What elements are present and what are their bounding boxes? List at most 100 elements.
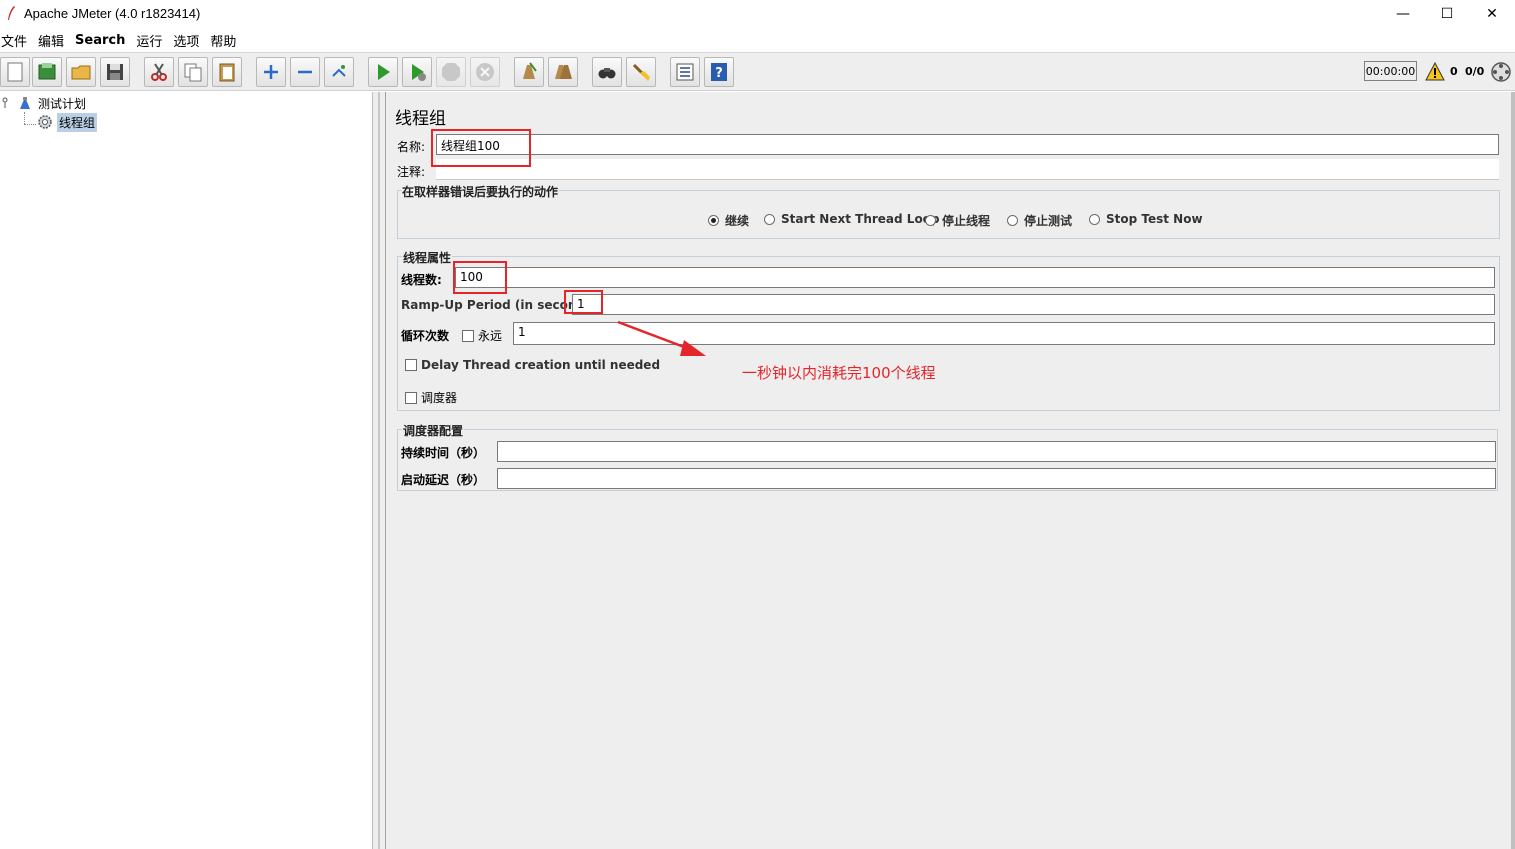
copy-button[interactable]: [178, 57, 208, 87]
checkbox-box[interactable]: [462, 329, 474, 342]
panel-splitter[interactable]: [373, 92, 385, 849]
tree-toggle-icon[interactable]: [2, 97, 12, 109]
collapse-icon: [298, 70, 312, 74]
delay-thread-checkbox[interactable]: Delay Thread creation until needed: [405, 358, 660, 372]
radio-label: 继续: [725, 214, 750, 228]
tree-node-thread-group[interactable]: 线程组: [36, 112, 98, 132]
title-bar: Apache JMeter (4.0 r1823414) — ☐ ✕: [0, 0, 1515, 28]
threads-label: 线程数:: [401, 273, 442, 287]
test-plan-tree: 测试计划 线程组: [0, 92, 373, 849]
threads-input[interactable]: 100: [455, 267, 1495, 288]
minimize-icon: —: [1396, 6, 1410, 22]
highlight-name-box: [431, 129, 531, 167]
svg-text:?: ?: [715, 66, 723, 81]
comment-input[interactable]: [436, 159, 1499, 180]
start-no-pause-icon: [412, 64, 426, 81]
minimize-button[interactable]: —: [1380, 0, 1426, 28]
clear-all-button[interactable]: [548, 57, 578, 87]
new-icon: [7, 62, 23, 82]
search-icon: [598, 68, 616, 79]
name-input[interactable]: 线程组100: [436, 134, 1499, 155]
menu-options[interactable]: 选项: [171, 31, 205, 50]
menu-edit[interactable]: 编辑: [36, 31, 70, 50]
radio-stop-test[interactable]: 停止测试: [1007, 212, 1072, 229]
save-button[interactable]: [100, 57, 130, 87]
reset-search-button[interactable]: [626, 57, 656, 87]
delay-thread-label: Delay Thread creation until needed: [421, 358, 661, 372]
rampup-input[interactable]: 1: [572, 294, 1495, 315]
toggle-button[interactable]: [324, 57, 354, 87]
tree-connector: [24, 112, 25, 124]
reset-search-icon: [632, 63, 650, 81]
clear-icon: [523, 62, 537, 79]
start-icon: [378, 64, 390, 80]
checkbox-box[interactable]: [405, 391, 417, 404]
annotation-arrow: [617, 320, 706, 356]
window-title: Apache JMeter (4.0 r1823414): [24, 6, 201, 21]
radio-label: Stop Test Now: [1106, 212, 1203, 226]
maximize-button[interactable]: ☐: [1424, 0, 1470, 28]
radio-circle[interactable]: [1007, 215, 1018, 226]
open-button[interactable]: [66, 57, 96, 87]
loop-count-label: 循环次数: [401, 329, 450, 343]
open-icon: [71, 65, 91, 80]
menu-run[interactable]: 运行: [134, 31, 168, 50]
radio-start-next-loop[interactable]: Start Next Thread Loop: [764, 212, 940, 226]
radio-circle[interactable]: [764, 213, 775, 225]
start-button[interactable]: [368, 57, 398, 87]
duration-input[interactable]: [497, 441, 1496, 462]
clear-button[interactable]: [514, 57, 544, 87]
menu-file[interactable]: 文件: [0, 31, 33, 50]
error-action-title: 在取样器错误后要执行的动作: [401, 183, 560, 200]
scheduler-checkbox[interactable]: 调度器: [405, 389, 457, 406]
forever-checkbox[interactable]: 永远: [462, 327, 502, 344]
close-icon: ✕: [1486, 6, 1498, 22]
menu-bar: 文件 编辑 Search 运行 选项 帮助: [0, 28, 1515, 52]
highlight-rampup-box: [564, 290, 603, 314]
menu-search[interactable]: Search: [73, 33, 131, 48]
help-button[interactable]: ?: [704, 57, 734, 87]
tree-label-thread-group: 线程组: [57, 112, 98, 132]
radio-dot: [711, 218, 716, 223]
templates-button[interactable]: [32, 57, 62, 87]
radio-circle[interactable]: [708, 215, 719, 226]
cut-button[interactable]: [144, 57, 174, 87]
checkbox-box[interactable]: [405, 359, 417, 371]
jmeter-feather-icon: [8, 6, 15, 20]
startup-delay-input[interactable]: [497, 468, 1496, 489]
function-helper-button[interactable]: [670, 57, 700, 87]
scheduler-label: 调度器: [421, 391, 458, 405]
radio-continue[interactable]: 继续: [708, 212, 749, 229]
forever-label: 永远: [478, 329, 503, 343]
new-button[interactable]: [0, 57, 30, 87]
tree-node-test-plan[interactable]: 测试计划: [2, 94, 88, 112]
menu-help[interactable]: 帮助: [208, 31, 242, 50]
radio-circle[interactable]: [925, 215, 936, 226]
tree-connector: [24, 124, 36, 125]
warning-count: 0: [1450, 65, 1458, 78]
search-button[interactable]: [592, 57, 622, 87]
start-no-pauses-button[interactable]: [402, 57, 432, 87]
scheduler-config-title: 调度器配置: [402, 422, 465, 439]
paste-button[interactable]: [212, 57, 242, 87]
stop-icon: [442, 63, 460, 81]
name-label: 名称:: [397, 140, 426, 154]
splitter-grip[interactable]: [378, 92, 380, 849]
clear-all-icon: [555, 65, 572, 79]
function-helper-icon: [676, 63, 694, 81]
close-button[interactable]: ✕: [1469, 0, 1515, 28]
startup-delay-label: 启动延迟（秒）: [401, 473, 486, 487]
expand-all-button[interactable]: [256, 57, 286, 87]
warning-icon[interactable]: [1425, 62, 1445, 81]
comment-label: 注释:: [397, 165, 426, 179]
paste-icon: [219, 63, 235, 82]
radio-stop-test-now[interactable]: Stop Test Now: [1089, 212, 1203, 226]
tree-label-test-plan: 测试计划: [38, 96, 87, 111]
duration-label: 持续时间（秒）: [401, 446, 486, 460]
radio-circle[interactable]: [1089, 213, 1100, 225]
collapse-all-button[interactable]: [290, 57, 320, 87]
annotation-text: 一秒钟以内消耗完100个线程: [742, 364, 936, 382]
shutdown-button[interactable]: [470, 57, 500, 87]
stop-button[interactable]: [436, 57, 466, 87]
radio-stop-thread[interactable]: 停止线程: [925, 212, 990, 229]
